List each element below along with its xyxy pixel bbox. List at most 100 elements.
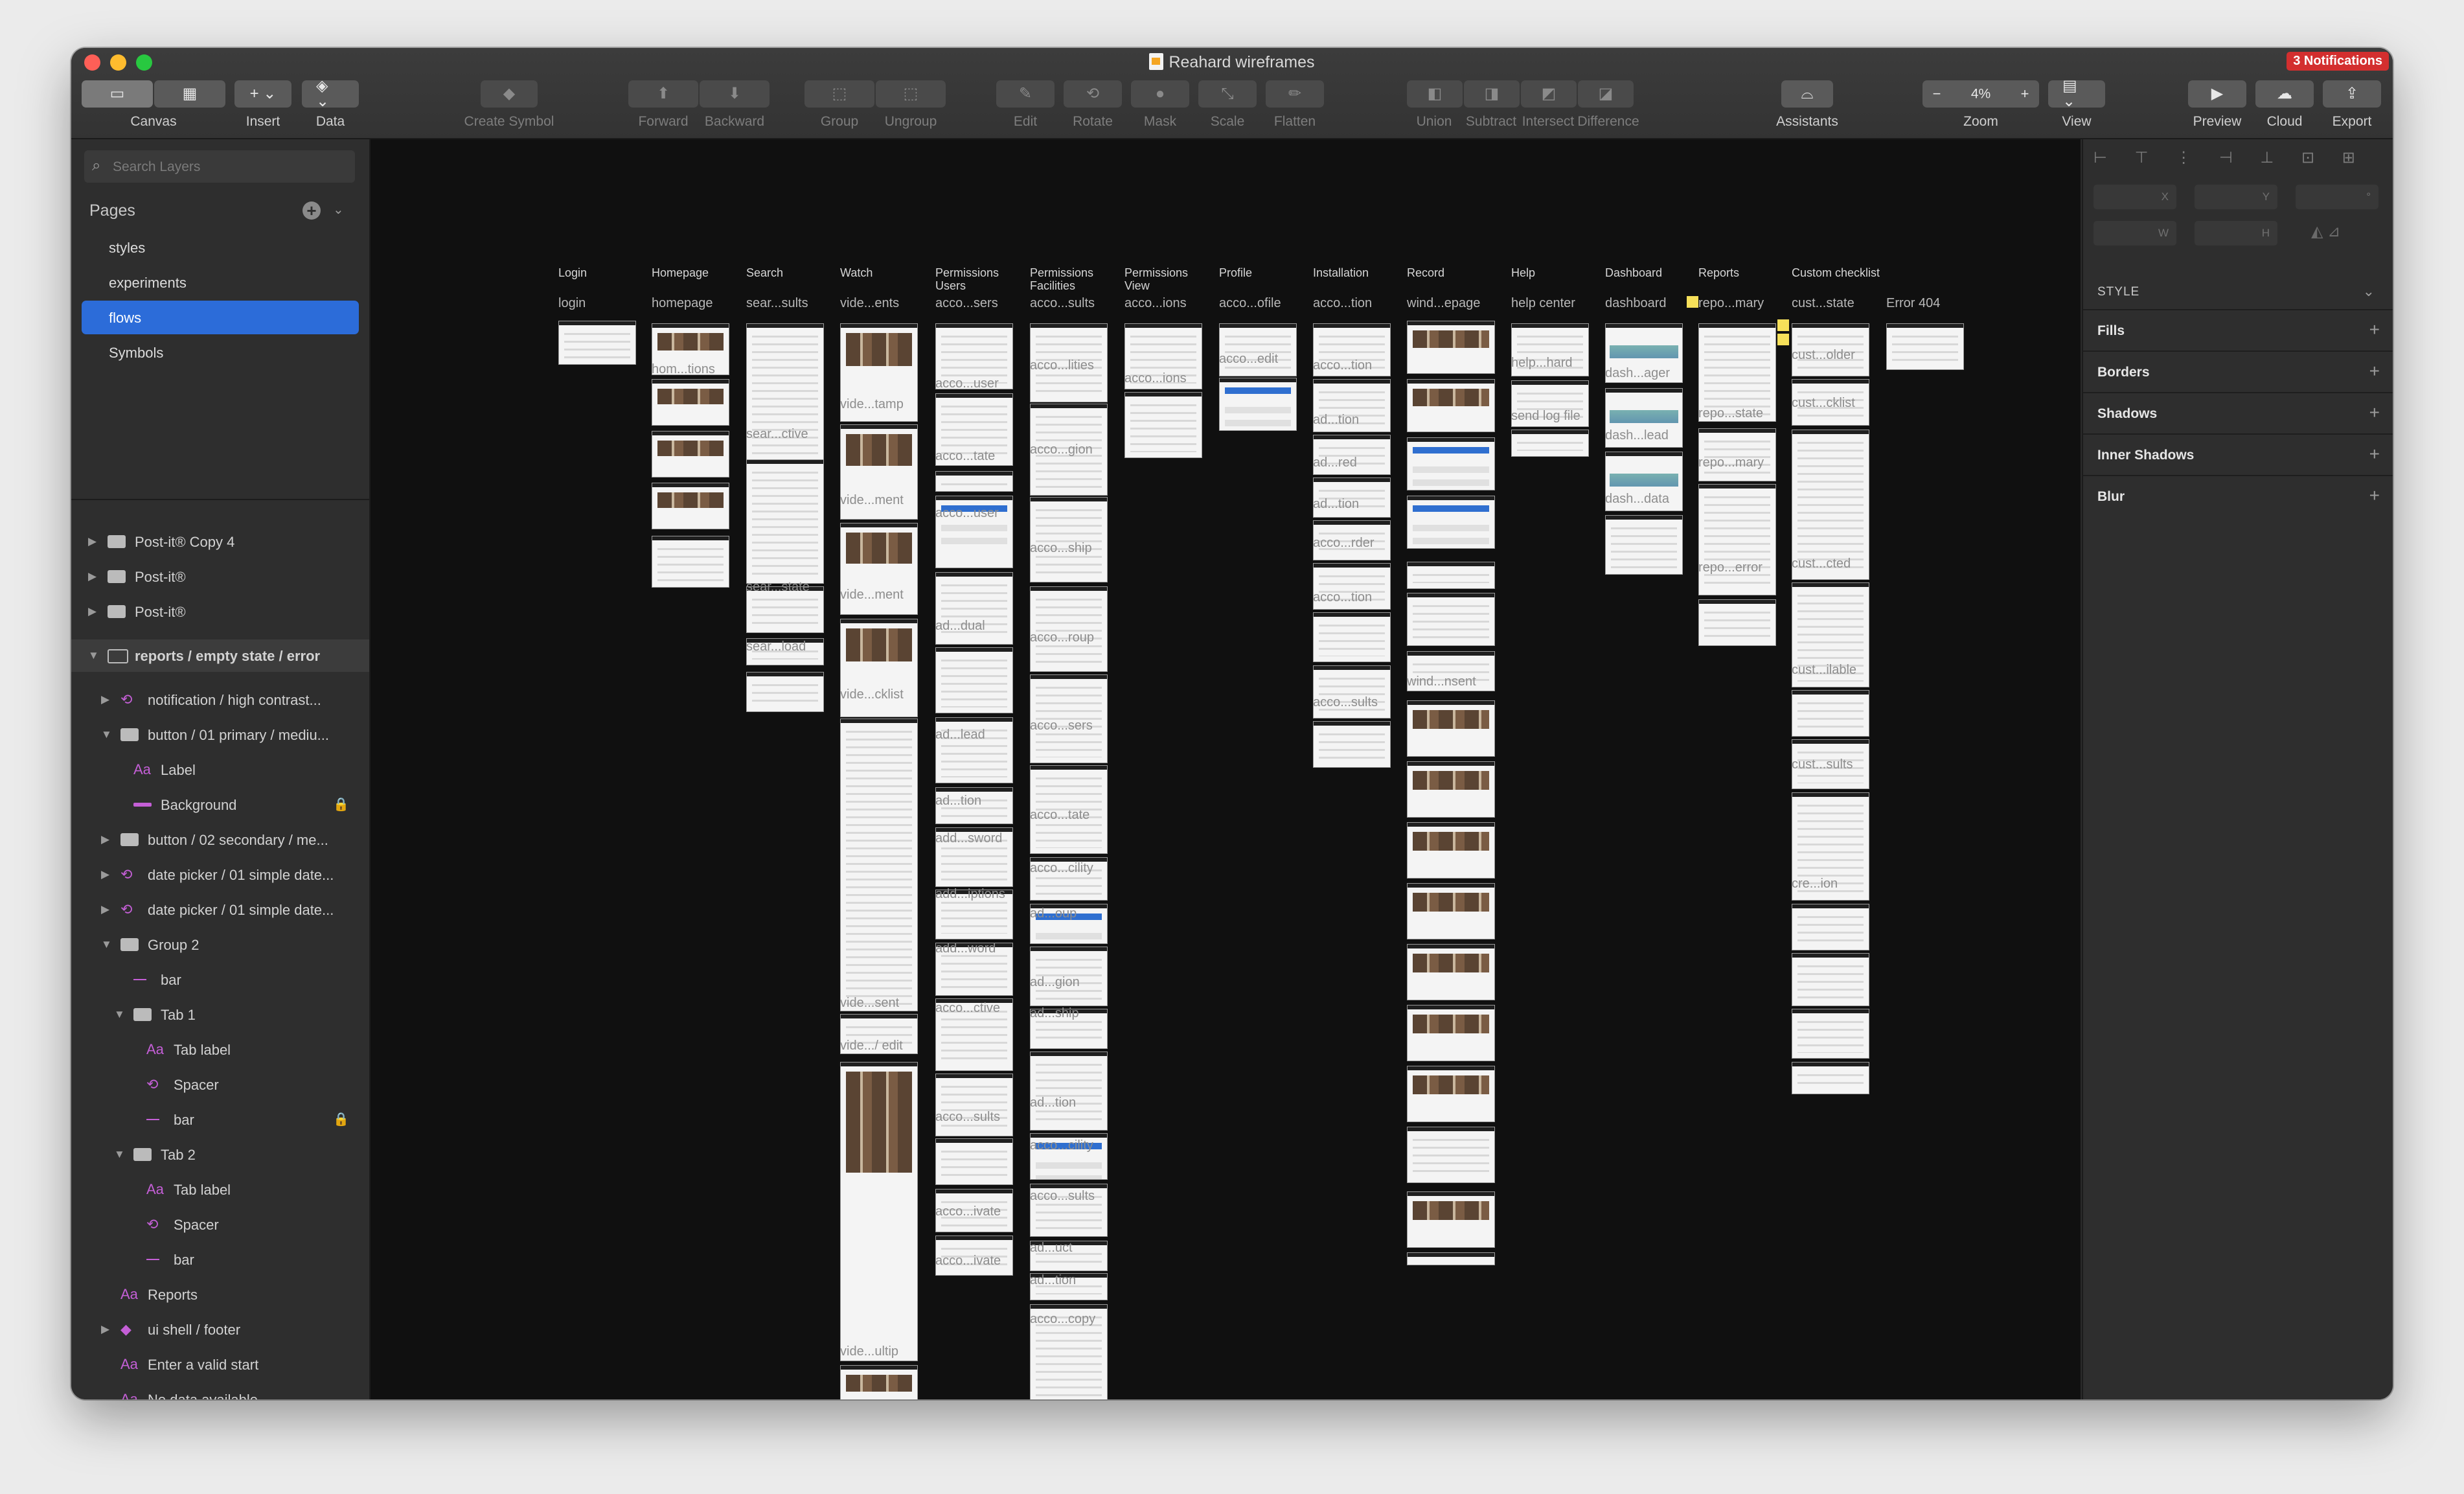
artboard-label[interactable]: login [558,296,586,311]
artboard-overlay-label[interactable]: acco...sults [1313,695,1378,710]
artboard-label[interactable]: acco...sers [935,296,998,311]
disclosure-expanded-icon[interactable]: ▼ [114,1008,125,1021]
artboard-thumbnail[interactable] [1124,392,1202,458]
page-item-flows[interactable]: flows [82,301,359,334]
layer-row[interactable]: ▼ Tab 2 [71,1138,369,1171]
artboard-overlay-label[interactable]: ad...tion [1030,1273,1076,1288]
layer-row[interactable]: bar 🔒 [71,1103,369,1136]
view-button[interactable]: ▤ ⌄ [2048,78,2105,109]
artboard-thumbnail[interactable] [1219,323,1297,376]
artboard-thumbnail[interactable] [1698,599,1776,646]
mask-button[interactable]: ● [1131,80,1189,108]
artboard-overlay-label[interactable]: ad...tion [935,794,981,809]
artboard-thumbnail[interactable] [1792,953,1869,1006]
edit-button[interactable]: ✎ [996,80,1055,108]
artboard-overlay-label[interactable]: acco...ions [1124,371,1187,386]
data-button[interactable]: ◈ ⌄ [302,78,359,109]
artboard-overlay-label[interactable]: ad...lead [935,728,985,742]
artboard-overlay-label[interactable]: cust...cklist [1792,396,1855,411]
artboard-thumbnail[interactable] [1407,562,1495,589]
artboard-overlay-label[interactable]: wind...nsent [1407,674,1476,689]
disclosure-collapsed-icon[interactable]: ▶ [101,868,109,881]
artboard-thumbnail[interactable] [1407,379,1495,432]
artboard-thumbnail[interactable] [935,1138,1013,1185]
artboard-overlay-label[interactable]: cust...sults [1792,757,1853,772]
artboard-overlay-label[interactable]: acco...lities [1030,358,1094,373]
disclosure-expanded-icon[interactable]: ▼ [88,649,99,662]
artboard-overlay-label[interactable]: ad...gion [1030,975,1080,990]
artboard-thumbnail[interactable] [1407,1066,1495,1122]
artboard-overlay-label[interactable]: ad...tion [1313,497,1359,512]
layer-row[interactable]: ▶ ⟲ date picker / 01 simple date... [71,858,369,891]
inner-shadows-section[interactable]: Inner Shadows + [2083,433,2393,476]
assistants-button[interactable]: ⌓ [1781,80,1833,108]
shadows-section[interactable]: Shadows + [2083,392,2393,435]
ungroup-button[interactable]: ⬚ [876,80,946,108]
artboard-thumbnail[interactable] [935,572,1013,645]
lock-icon[interactable]: 🔒 [333,1111,349,1127]
layer-row[interactable]: Aa Reports [71,1278,369,1311]
artboard-overlay-label[interactable]: add...sword [935,831,1002,846]
zoom-out-icon[interactable]: − [1933,87,1941,101]
artboard-overlay-label[interactable]: dash...data [1605,492,1669,507]
preview-button[interactable]: ▶ [2188,80,2246,108]
layer-row[interactable]: ▼ Group 2 [71,928,369,961]
rotate-button[interactable]: ⟲ [1064,80,1122,108]
page-item-symbols[interactable]: Symbols [82,336,359,369]
artboard-thumbnail[interactable] [652,431,729,477]
canvas[interactable]: Login login Homepage homepage Search sear...s… [371,139,2081,1399]
layer-row[interactable]: ▼ reports / empty state / error [71,639,369,672]
artboard-overlay-label[interactable]: acco...ctive [935,1001,1000,1016]
disclosure-collapsed-icon[interactable]: ▶ [101,903,109,916]
artboard-thumbnail[interactable] [1407,822,1495,879]
layer-row[interactable]: ▶ Post-it® Copy 4 [71,525,369,558]
disclosure-collapsed-icon[interactable]: ▶ [101,833,109,846]
layer-row[interactable]: ▼ Tab 1 [71,998,369,1031]
components-button[interactable]: ▦ [154,80,225,108]
artboard-overlay-label[interactable]: hom...tions [652,362,715,377]
intersect-button[interactable]: ◩ [1521,80,1577,108]
artboard-overlay-label[interactable]: acco...ivate [935,1254,1001,1269]
artboard-overlay-label[interactable]: vide...cklist [840,687,904,702]
layer-row[interactable]: ▶ button / 02 secondary / me... [71,823,369,856]
layer-row[interactable]: Background 🔒 [71,788,369,821]
artboard-overlay-label[interactable]: acco...ship [1030,541,1092,556]
artboard-thumbnail[interactable] [652,379,729,426]
artboard-thumbnail[interactable] [935,1074,1013,1136]
artboard-thumbnail[interactable] [1030,586,1108,672]
layer-row[interactable]: Aa No data available [71,1383,369,1400]
layer-row[interactable]: ▶ Post-it® [71,595,369,628]
disclosure-collapsed-icon[interactable]: ▶ [88,535,97,548]
export-button[interactable]: ⇪ [2323,80,2381,108]
artboard-thumbnail[interactable] [1698,484,1776,595]
disclosure-collapsed-icon[interactable]: ▶ [88,570,97,583]
artboard-overlay-label[interactable]: ad...tion [1030,1096,1076,1110]
artboard-thumbnail[interactable] [840,718,918,1011]
add-fill-icon[interactable]: + [2369,319,2380,340]
artboard-overlay-label[interactable]: acco...cility [1030,861,1093,876]
artboard-overlay-label[interactable]: vide...ment [840,588,904,603]
scale-button[interactable]: ⤡ [1198,80,1257,108]
artboard-label[interactable]: help center [1511,296,1575,311]
flatten-button[interactable]: ✏ [1266,80,1324,108]
height-field[interactable]: H [2195,221,2277,246]
artboard-thumbnail[interactable] [840,1062,918,1361]
disclosure-collapsed-icon[interactable]: ▶ [101,693,109,706]
artboard-overlay-label[interactable]: acco...user [935,376,999,391]
zoom-control[interactable]: − 4% + [1922,80,2039,108]
artboard-thumbnail[interactable] [558,321,636,365]
y-field[interactable]: Y [2195,185,2277,209]
artboard-overlay-label[interactable]: acco...tate [1030,808,1089,823]
artboard-label[interactable]: wind...epage [1407,296,1480,311]
artboard-thumbnail[interactable] [1313,665,1391,718]
artboard-overlay-label[interactable]: ad...tion [1313,413,1359,428]
artboard-thumbnail[interactable] [652,483,729,529]
artboard-overlay-label[interactable]: add...word [935,941,996,956]
post-it-note[interactable] [1777,334,1789,345]
artboard-label[interactable]: acco...ofile [1219,296,1281,311]
artboard-overlay-label[interactable]: vide...ultip [840,1344,898,1359]
artboard-label[interactable]: cust...state [1792,296,1854,311]
layer-row[interactable]: ⟲ Spacer [71,1208,369,1241]
artboard-label[interactable]: acco...ions [1124,296,1187,311]
artboard-overlay-label[interactable]: vide...ment [840,493,904,508]
